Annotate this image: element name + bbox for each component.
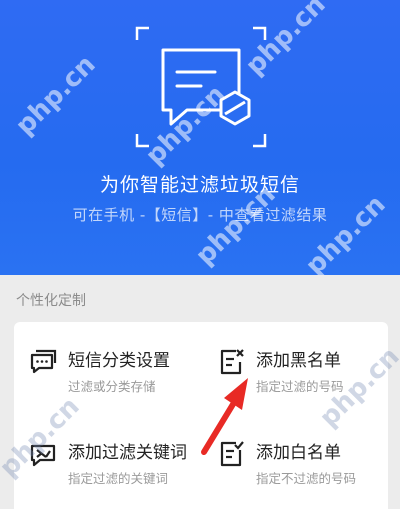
item-subtitle: 过滤或分类存储 <box>68 379 156 394</box>
hero-subtitle: 可在手机 -【短信】- 中查看过滤结果 <box>72 206 328 224</box>
hero-banner: 为你智能过滤垃圾短信 可在手机 -【短信】- 中查看过滤结果 php.cn ph… <box>0 0 400 275</box>
blacklist-icon <box>220 349 244 375</box>
add-whitelist-item[interactable]: 添加白名单 指定不过滤的号码 <box>216 438 396 508</box>
add-filter-keyword-item[interactable]: 添加过滤关键词 指定过滤的关键词 <box>28 438 208 508</box>
sms-filter-illustration <box>135 26 267 148</box>
item-title: 添加黑名单 <box>256 351 341 371</box>
sms-category-settings-item[interactable]: 短信分类设置 过滤或分类存储 <box>28 346 208 416</box>
filter-keyword-icon <box>30 444 56 467</box>
hero-title: 为你智能过滤垃圾短信 <box>99 174 300 196</box>
item-subtitle: 指定过滤的关键词 <box>68 471 169 486</box>
item-title: 添加过滤关键词 <box>68 443 187 463</box>
item-subtitle: 指定过滤的号码 <box>256 379 344 394</box>
add-blacklist-item[interactable]: 添加黑名单 指定过滤的号码 <box>216 346 396 416</box>
section-label: 个性化定制 <box>16 293 86 309</box>
item-subtitle: 指定不过滤的号码 <box>256 471 357 486</box>
options-card: 短信分类设置 过滤或分类存储 添加黑名单 指定过滤的号码 添加过滤关键词 指定过… <box>0 322 400 509</box>
item-title: 短信分类设置 <box>68 351 170 371</box>
whitelist-icon <box>220 441 244 467</box>
message-settings-icon <box>30 349 57 374</box>
watermark: php.cn <box>10 49 102 142</box>
watermark: php.cn <box>300 189 392 275</box>
item-title: 添加白名单 <box>256 443 341 463</box>
